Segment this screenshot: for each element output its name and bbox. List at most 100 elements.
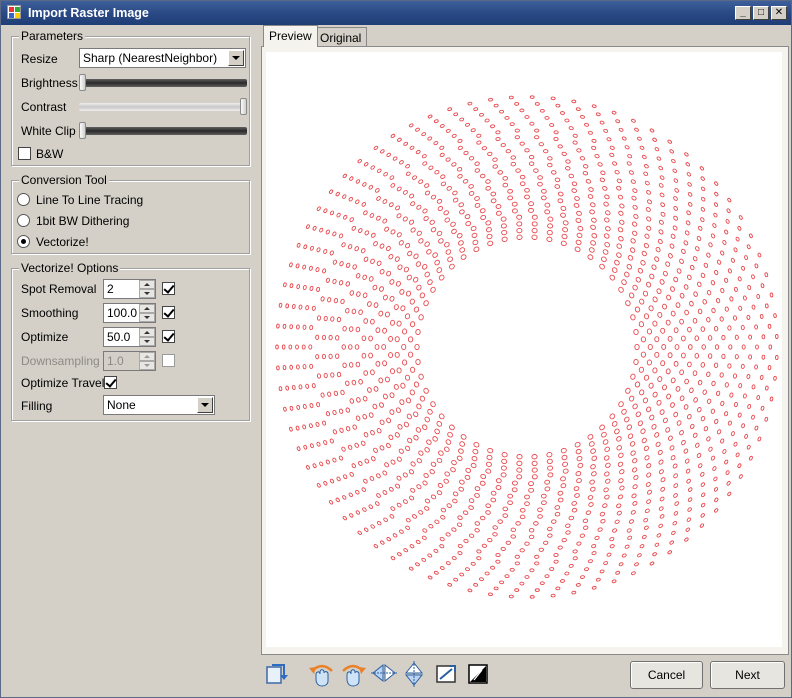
resize-combo[interactable]: Sharp (NearestNeighbor) <box>79 48 246 68</box>
preview-dot <box>379 286 384 292</box>
preview-dot <box>673 483 679 488</box>
preview-dot <box>516 454 523 460</box>
spin-up-icon[interactable] <box>139 352 155 361</box>
downsampling-spinner[interactable]: 1.0 <box>103 351 156 371</box>
preview-dot <box>508 594 514 599</box>
radio-vectorize[interactable] <box>17 235 30 248</box>
spin-down-icon[interactable] <box>139 313 155 322</box>
spot-removal-spinner[interactable]: 2 <box>103 279 156 299</box>
preview-dot <box>544 209 551 215</box>
preview-dot <box>533 168 539 173</box>
preview-dot <box>296 446 301 452</box>
spin-up-icon[interactable] <box>139 328 155 337</box>
preview-dot <box>388 352 394 359</box>
bw-checkbox[interactable] <box>18 147 31 160</box>
preview-dot <box>626 161 632 166</box>
preview-dot <box>275 344 279 350</box>
reload-icon[interactable] <box>264 661 288 687</box>
preview-dot <box>643 445 649 452</box>
preview-dot <box>457 138 463 143</box>
spin-up-icon[interactable] <box>139 304 155 313</box>
rotate-right-icon[interactable] <box>339 661 367 687</box>
tab-preview[interactable]: Preview <box>263 25 318 47</box>
preview-dot <box>413 381 420 388</box>
preview-dot <box>480 473 487 480</box>
preview-dot <box>436 490 443 496</box>
preview-dot <box>632 484 638 490</box>
preview-dot <box>468 184 474 189</box>
smoothing-checkbox[interactable] <box>162 306 175 319</box>
spin-down-icon[interactable] <box>139 337 155 346</box>
minimize-button[interactable]: _ <box>735 6 751 20</box>
spin-down-icon[interactable] <box>139 361 155 370</box>
smoothing-spinner[interactable]: 100.0 <box>103 303 156 323</box>
preview-dot <box>724 229 729 235</box>
radio-line-to-line[interactable] <box>17 193 30 206</box>
brightness-slider[interactable] <box>79 74 247 92</box>
optimize-travel-checkbox[interactable] <box>104 376 117 389</box>
radio-dithering[interactable] <box>17 214 30 227</box>
filling-combo[interactable]: None <box>103 395 215 415</box>
cancel-button[interactable]: Cancel <box>630 661 703 689</box>
preview-dot <box>579 533 586 538</box>
preview-dot <box>628 292 635 299</box>
preview-dot <box>585 510 592 515</box>
preview-dot <box>617 494 624 500</box>
preview-dot <box>621 279 627 286</box>
preview-dot <box>403 141 409 146</box>
preview-dot <box>309 443 314 449</box>
spin-up-icon[interactable] <box>139 280 155 289</box>
preview-dot <box>452 197 459 203</box>
preview-dot <box>470 561 476 566</box>
preview-dot <box>355 179 361 184</box>
preview-dot <box>665 261 671 267</box>
preview-dot <box>349 217 354 222</box>
preview-dot <box>493 586 499 591</box>
preview-dot <box>732 373 738 379</box>
contrast-slider[interactable] <box>79 98 247 116</box>
preview-dot <box>339 261 344 267</box>
preview-dot <box>480 214 487 221</box>
preview-dot <box>672 168 678 173</box>
optimize-spinner[interactable]: 50.0 <box>103 327 156 347</box>
maximize-button[interactable]: □ <box>753 6 769 20</box>
preview-dot <box>325 411 330 417</box>
preview-dot <box>443 210 449 216</box>
preview-dot <box>451 527 457 532</box>
next-button[interactable]: Next <box>710 661 785 689</box>
brightness-slider-thumb[interactable] <box>79 74 86 91</box>
preview-dot <box>582 170 589 176</box>
preview-dot <box>547 156 553 161</box>
flip-vertical-icon[interactable] <box>402 661 426 687</box>
preview-dot <box>571 590 577 595</box>
preview-dot <box>674 501 680 506</box>
preview-dot <box>646 225 652 231</box>
preview-dot <box>626 424 632 431</box>
white-clip-slider-thumb[interactable] <box>79 122 86 139</box>
preview-dot <box>333 297 339 304</box>
chevron-down-icon[interactable] <box>197 397 213 413</box>
optimize-checkbox[interactable] <box>162 330 175 343</box>
close-button[interactable]: ✕ <box>771 6 787 20</box>
preview-dot <box>416 204 422 210</box>
preview-dot <box>340 298 345 305</box>
spot-removal-checkbox[interactable] <box>162 282 175 295</box>
downsampling-checkbox[interactable] <box>162 354 175 367</box>
preview-dot <box>388 486 394 492</box>
spin-down-icon[interactable] <box>139 289 155 298</box>
white-clip-slider[interactable] <box>79 122 247 140</box>
preview-dot <box>511 480 518 486</box>
crop-icon[interactable] <box>434 661 458 687</box>
preview-dot <box>697 379 703 386</box>
invert-icon[interactable] <box>466 661 490 687</box>
chevron-down-icon[interactable] <box>228 50 244 66</box>
preview-dot <box>583 164 589 169</box>
preview-dot <box>451 556 457 561</box>
contrast-slider-thumb[interactable] <box>240 98 247 115</box>
flip-horizontal-icon[interactable] <box>371 661 397 687</box>
preview-dot <box>327 391 332 397</box>
preview-dot <box>646 359 652 366</box>
tab-original[interactable]: Original <box>314 27 368 47</box>
rotate-left-icon[interactable] <box>308 661 336 687</box>
preview-dot <box>630 238 636 244</box>
